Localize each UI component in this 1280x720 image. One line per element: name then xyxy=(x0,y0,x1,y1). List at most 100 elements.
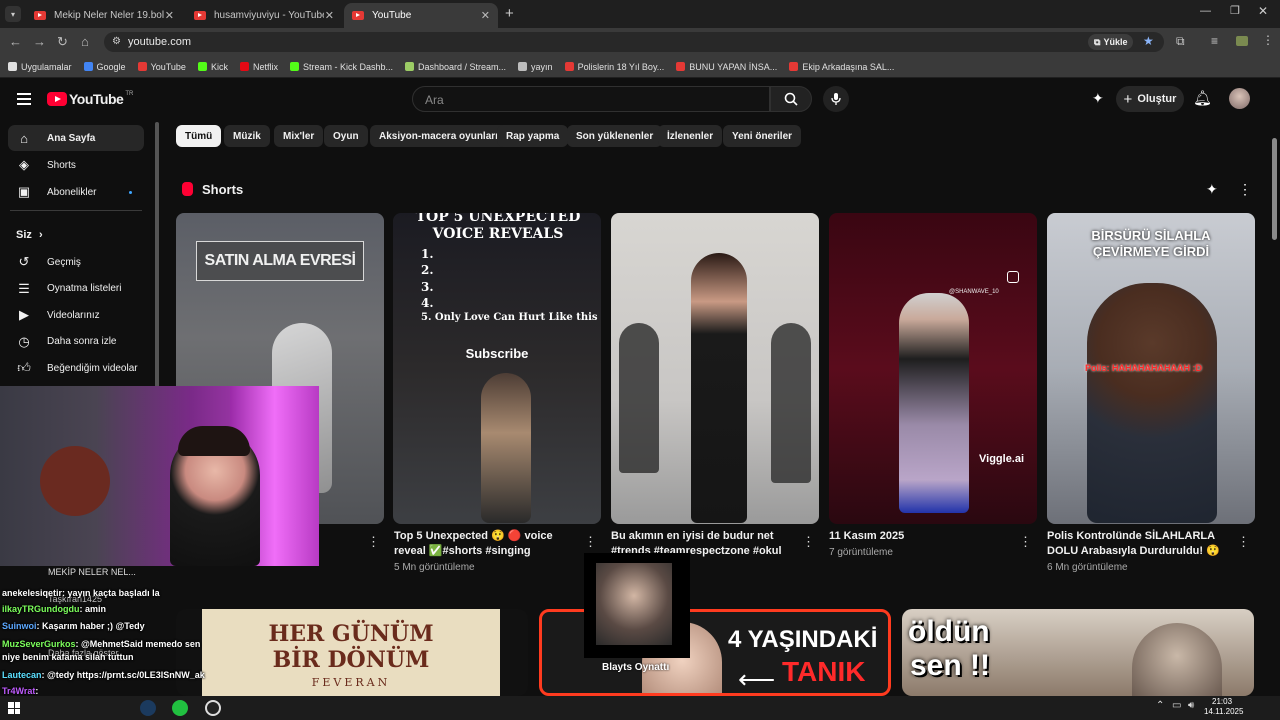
bookmark-favicon-icon xyxy=(83,62,93,71)
bookmark-item[interactable]: Polislerin 18 Yıl Boy... xyxy=(564,62,664,72)
steam-icon[interactable] xyxy=(172,700,188,716)
close-tab-icon[interactable]: ✕ xyxy=(165,9,174,22)
volume-icon[interactable]: 🔊︎ xyxy=(1188,700,1194,711)
windows-start-icon[interactable] xyxy=(8,702,20,714)
address-bar[interactable]: ⚙ youtube.com ⧉ Yükle ★ xyxy=(104,32,1164,52)
viggle-watermark: Viggle.ai xyxy=(979,453,1025,465)
short-menu-icon[interactable]: ⋮ xyxy=(367,534,380,550)
page-scrollbar[interactable] xyxy=(1272,138,1277,240)
short-menu-icon[interactable]: ⋮ xyxy=(1019,534,1032,550)
network-icon[interactable]: ▭ xyxy=(1172,700,1181,711)
short-overlay-text: @SHANWAVE_10 xyxy=(949,289,999,295)
short-title[interactable]: Polis Kontrolünde SİLAHLARLA DOLU Arabas… xyxy=(1047,529,1227,559)
close-tab-icon[interactable]: ✕ xyxy=(481,9,490,22)
search-button[interactable] xyxy=(770,86,812,112)
sidebar-item[interactable]: ↺ Geçmiş xyxy=(8,249,144,275)
minimize-icon[interactable]: — xyxy=(1200,5,1211,17)
home-button-icon[interactable]: ⌂ xyxy=(81,34,89,49)
video-thumbnail[interactable]: öldün sen !! xyxy=(902,609,1254,696)
reload-icon[interactable]: ↻ xyxy=(57,34,68,50)
browser-menu-icon[interactable]: ⋮ xyxy=(1262,33,1274,47)
browser-tab[interactable]: Mekip Neler Neler 19.bolum - Y ✕ xyxy=(26,3,182,28)
filter-chip[interactable]: Tümü xyxy=(176,125,222,147)
bookmark-item[interactable]: Stream - Kick Dashb... xyxy=(289,62,393,72)
create-button[interactable]: + Oluştur xyxy=(1116,86,1184,112)
profile-avatar-small[interactable] xyxy=(1236,36,1248,46)
tab-search-button[interactable]: ▾ xyxy=(5,6,21,22)
sidebar-item[interactable]: ⌂ Ana Sayfa xyxy=(8,125,144,151)
clock-time[interactable]: 21:03 xyxy=(1212,697,1232,706)
filter-chip[interactable]: Yeni öneriler xyxy=(723,125,802,147)
browser-tab[interactable]: husamviyuviyu - YouTube ✕ xyxy=(186,3,342,28)
filter-chip[interactable]: Mix'ler xyxy=(274,125,324,147)
filter-chip[interactable]: Oyun xyxy=(324,125,368,147)
sidebar-item[interactable]: ☰ Oynatma listeleri xyxy=(8,276,144,302)
bookmark-item[interactable]: yayın xyxy=(518,62,553,72)
hamburger-menu-icon[interactable] xyxy=(17,93,31,105)
bookmark-item[interactable]: Kick xyxy=(197,62,228,72)
bookmark-star-icon[interactable]: ★ xyxy=(1143,34,1154,48)
filter-chip[interactable]: İzlenenler xyxy=(658,125,723,147)
short-thumbnail[interactable]: @SHANWAVE_10 Viggle.ai xyxy=(829,213,1037,524)
filter-chip[interactable]: Rap yapma xyxy=(497,125,569,147)
sidebar-scrollbar[interactable] xyxy=(155,122,159,390)
notifications-bell-icon[interactable]: 🔔︎ xyxy=(1193,89,1212,107)
video-overlay-text: TANIK xyxy=(782,656,866,687)
browser-tab-bar: ▾ Mekip Neler Neler 19.bolum - Y ✕ husam… xyxy=(0,0,1280,28)
sidebar-item[interactable]: ▶ Videolarınız xyxy=(8,302,144,328)
bookmark-item[interactable]: Google xyxy=(83,62,126,72)
site-info-icon[interactable]: ⚙ xyxy=(112,36,121,47)
account-avatar[interactable] xyxy=(1229,88,1250,109)
bookmark-item[interactable]: Uygulamalar xyxy=(8,62,72,72)
bookmark-item[interactable]: Netflix xyxy=(239,62,278,72)
sidebar-subscription-item[interactable]: MEKİP NELER NEL... xyxy=(48,567,136,577)
media-control-icon[interactable]: ≡ xyxy=(1211,34,1218,48)
browser-tab-active[interactable]: YouTube ✕ xyxy=(344,3,498,28)
short-thumbnail[interactable] xyxy=(611,213,819,524)
youtube-favicon-icon xyxy=(194,11,206,20)
sidebar-you-heading[interactable]: Siz › xyxy=(16,229,43,241)
search-input[interactable]: Ara xyxy=(412,86,770,112)
gemini-sparkle-icon[interactable]: ✦ xyxy=(1092,90,1104,107)
short-menu-icon[interactable]: ⋮ xyxy=(802,534,815,550)
filter-chip[interactable]: Müzik xyxy=(224,125,270,147)
bookmark-item[interactable]: Ekip Arkadaşına SAL... xyxy=(789,62,894,72)
bookmark-favicon-icon xyxy=(405,62,414,71)
filter-chip[interactable]: Son yüklenenler xyxy=(567,125,663,147)
streamer-hair xyxy=(178,426,250,456)
youtube-logo[interactable]: YouTube TR xyxy=(47,91,133,107)
sidebar-item[interactable]: ◷ Daha sonra izle xyxy=(8,329,144,355)
short-menu-icon[interactable]: ⋮ xyxy=(1237,534,1250,550)
back-icon[interactable]: ← xyxy=(9,34,22,49)
forward-icon[interactable]: → xyxy=(33,34,46,49)
short-views: 7 görüntüleme xyxy=(829,547,893,558)
tray-chevron-icon[interactable]: ⌃ xyxy=(1156,700,1164,711)
voice-search-button[interactable] xyxy=(823,86,849,112)
bookmark-item[interactable]: YouTube xyxy=(137,62,186,72)
short-menu-icon[interactable]: ⋮ xyxy=(584,534,597,550)
filter-chip[interactable]: Aksiyon-macera oyunları xyxy=(370,125,507,147)
new-tab-button[interactable]: + xyxy=(505,5,514,22)
shorts-feedback-icon[interactable]: ✦ xyxy=(1206,181,1218,198)
bookmark-item[interactable]: BUNU YAPAN İNSA... xyxy=(676,62,777,72)
short-thumbnail[interactable]: BİRSÜRÜ SİLAHLA ÇEVİRMEYE GİRDİ Polis: H… xyxy=(1047,213,1255,524)
child-figure xyxy=(1132,623,1222,696)
short-overlay-text: BİRSÜRÜ SİLAHLA ÇEVİRMEYE GİRDİ xyxy=(1091,228,1211,259)
maximize-icon[interactable]: ❐ xyxy=(1230,4,1240,17)
shorts-menu-icon[interactable]: ⋮ xyxy=(1238,181,1252,198)
short-thumbnail[interactable]: TOP 5 UNEXPECTED VOICE REVEALS 1. 2. 3. … xyxy=(393,213,601,524)
video-thumbnail[interactable]: HER GÜNÜM BİR DÖNÜM FEVERAN xyxy=(176,609,528,696)
bookmark-item[interactable]: Dashboard / Stream... xyxy=(405,62,506,72)
taskbar-app-icon[interactable] xyxy=(205,700,221,716)
clock-date[interactable]: 14.11.2025 xyxy=(1204,707,1243,716)
sidebar-item[interactable]: ◈ Shorts xyxy=(8,152,144,178)
upload-button[interactable]: ⧉ Yükle xyxy=(1088,34,1134,50)
sidebar-item[interactable]: ▣ Abonelikler xyxy=(8,179,144,205)
sidebar-item[interactable]: 👍︎ Beğendiğim videolar xyxy=(8,355,144,381)
short-title[interactable]: 11 Kasım 2025 xyxy=(829,529,1009,544)
extensions-icon[interactable]: ⧉ xyxy=(1176,34,1185,49)
close-tab-icon[interactable]: ✕ xyxy=(325,9,334,22)
taskbar-app-icon[interactable] xyxy=(140,700,156,716)
close-window-icon[interactable]: ✕ xyxy=(1258,4,1268,18)
short-title[interactable]: Top 5 Unexpected 😲 🔴 voice reveal ✅#shor… xyxy=(394,529,574,559)
